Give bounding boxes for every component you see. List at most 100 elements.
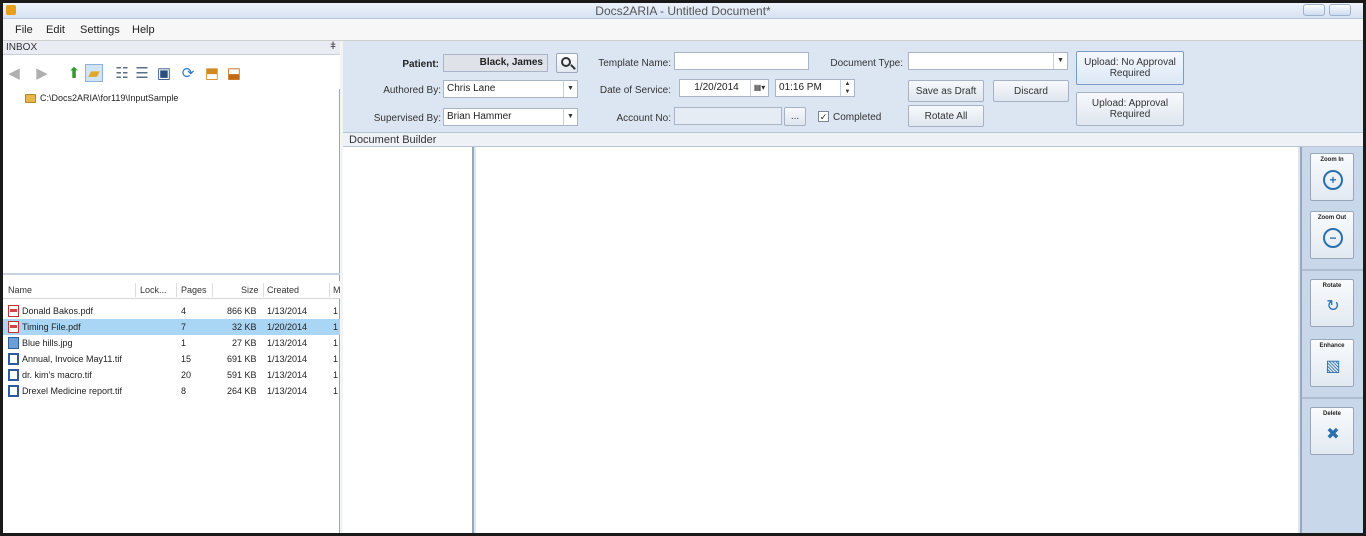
col-name[interactable]: Name: [8, 285, 32, 295]
save-as-draft-button[interactable]: Save as Draft: [908, 80, 984, 102]
file-name: Timing File.pdf: [22, 322, 81, 332]
col-divider[interactable]: [263, 283, 264, 297]
menu-file[interactable]: File: [15, 24, 33, 36]
template-name-input[interactable]: [674, 52, 809, 70]
col-divider[interactable]: [176, 283, 177, 297]
file-pages: 7: [181, 322, 187, 332]
file-row[interactable]: Donald Bakos.pdf 4 866 KB 1/13/2014 1: [3, 303, 340, 319]
upload-no-approval-button[interactable]: Upload: No Approval Required: [1076, 51, 1184, 85]
file-pages: 20: [181, 370, 192, 380]
file-modified: 1: [333, 322, 339, 332]
document-type-label: Document Type:: [830, 58, 903, 69]
file-created: 1/13/2014: [267, 338, 308, 348]
chevron-down-icon: ▼: [1053, 53, 1067, 69]
col-size[interactable]: Size: [241, 285, 259, 295]
file-name: Blue hills.jpg: [22, 338, 73, 348]
completed-checkbox[interactable]: ✓: [818, 111, 829, 122]
calendar-icon[interactable]: ▦▾: [750, 80, 768, 96]
col-modified[interactable]: M: [333, 285, 341, 295]
file-row[interactable]: Drexel Medicine report.tif 8 264 KB 1/13…: [3, 383, 340, 399]
col-divider[interactable]: [329, 283, 330, 297]
zoom-in-icon: +: [1323, 170, 1343, 190]
file-row[interactable]: dr. kim's macro.tif 20 591 KB 1/13/2014 …: [3, 367, 340, 383]
document-canvas[interactable]: [476, 147, 1298, 533]
zoom-out-icon: −: [1323, 228, 1343, 248]
col-lock[interactable]: Lock...: [140, 285, 167, 295]
supervised-by-select[interactable]: Brian Hammer ▼: [443, 108, 578, 126]
zoom-in-button[interactable]: Zoom In +: [1310, 153, 1354, 201]
export-icon[interactable]: ⬓: [225, 64, 243, 82]
col-created[interactable]: Created: [267, 285, 299, 295]
supervised-by-label: Supervised By:: [373, 113, 441, 124]
details-view-icon[interactable]: ☷: [113, 64, 131, 82]
thumbnail-pane[interactable]: [343, 147, 474, 533]
file-row[interactable]: Blue hills.jpg 1 27 KB 1/13/2014 1: [3, 335, 340, 351]
file-size: 264 KB: [227, 386, 257, 396]
col-pages[interactable]: Pages: [181, 285, 207, 295]
file-list-header: Name Lock... Pages Size Created M: [3, 281, 341, 299]
authored-by-label: Authored By:: [383, 85, 441, 96]
zoom-out-button[interactable]: Zoom Out −: [1310, 211, 1354, 259]
maximize-button[interactable]: [1329, 4, 1351, 16]
document-type-select[interactable]: ▼: [908, 52, 1068, 70]
minimize-button[interactable]: [1303, 4, 1325, 16]
account-lookup-button[interactable]: ...: [784, 107, 806, 126]
file-created: 1/13/2014: [267, 306, 308, 316]
inbox-header: INBOX ǂ: [3, 41, 340, 55]
authored-by-select[interactable]: Chris Lane ▼: [443, 80, 578, 98]
col-divider[interactable]: [212, 283, 213, 297]
template-name-label: Template Name:: [598, 58, 671, 69]
file-modified: 1: [333, 306, 339, 316]
col-divider[interactable]: [135, 283, 136, 297]
tif-file-icon: [8, 353, 19, 365]
delete-group: Delete ✖: [1302, 399, 1363, 533]
date-of-service-input[interactable]: 1/20/2014 ▦▾: [679, 79, 769, 97]
enhance-button[interactable]: Enhance ▧: [1310, 339, 1354, 387]
file-pages: 15: [181, 354, 192, 364]
menu-edit[interactable]: Edit: [46, 24, 65, 36]
time-spinner-icon[interactable]: ▲ ▼: [840, 80, 854, 96]
file-name: dr. kim's macro.tif: [22, 370, 92, 380]
document-builder-title: Document Builder: [349, 134, 437, 146]
time-of-service-input[interactable]: 01:16 PM ▲ ▼: [775, 79, 855, 97]
delete-button[interactable]: Delete ✖: [1310, 407, 1354, 455]
pdf-file-icon: [8, 305, 19, 317]
list-view-icon[interactable]: ☰: [133, 64, 151, 82]
zoom-out-label: Zoom Out: [1317, 215, 1347, 221]
file-row-selected[interactable]: Timing File.pdf 7 32 KB 1/20/2014 1: [3, 319, 340, 335]
pin-icon[interactable]: ǂ: [330, 41, 336, 52]
image-file-icon: [8, 337, 19, 349]
menu-bar: File Edit Settings Help: [3, 19, 1363, 41]
zoom-in-label: Zoom In: [1320, 157, 1344, 163]
patient-field: Black, James: [443, 54, 548, 72]
upload-approval-button[interactable]: Upload: Approval Required: [1076, 92, 1184, 126]
file-size: 691 KB: [227, 354, 257, 364]
back-icon[interactable]: ◀: [5, 64, 23, 82]
file-name: Donald Bakos.pdf: [22, 306, 94, 316]
inbox-title: INBOX: [6, 42, 38, 53]
patient-search-button[interactable]: [556, 53, 578, 73]
menu-settings[interactable]: Settings: [80, 24, 120, 36]
chevron-down-icon: ▼: [563, 109, 577, 125]
window-title: Docs2ARIA - Untitled Document*: [595, 4, 771, 18]
rotate-label: Rotate: [1322, 283, 1342, 289]
discard-button[interactable]: Discard: [993, 80, 1069, 102]
document-form: Patient: Black, James Authored By: Chris…: [343, 41, 1363, 133]
refresh-icon[interactable]: ⟳: [179, 64, 197, 82]
folder-icon[interactable]: ▰: [85, 64, 103, 82]
rotate-button[interactable]: Rotate ↻: [1310, 279, 1354, 327]
account-no-input[interactable]: [674, 107, 782, 125]
tif-file-icon: [8, 385, 19, 397]
menu-help[interactable]: Help: [132, 24, 155, 36]
enhance-label: Enhance: [1319, 343, 1345, 349]
up-folder-icon[interactable]: ⬆: [65, 64, 83, 82]
folder-icon: [25, 93, 36, 103]
forward-icon[interactable]: ▶: [33, 64, 51, 82]
file-row[interactable]: Annual, Invoice May11.tif 15 691 KB 1/13…: [3, 351, 340, 367]
tree-node-folder[interactable]: C:\Docs2ARIA\for119\InputSample: [25, 93, 178, 103]
date-of-service-label: Date of Service:: [599, 85, 671, 96]
monitor-icon[interactable]: ▣: [155, 64, 173, 82]
import-icon[interactable]: ⬒: [203, 64, 221, 82]
rotate-all-button[interactable]: Rotate All: [908, 105, 984, 127]
file-modified: 1: [333, 338, 339, 348]
